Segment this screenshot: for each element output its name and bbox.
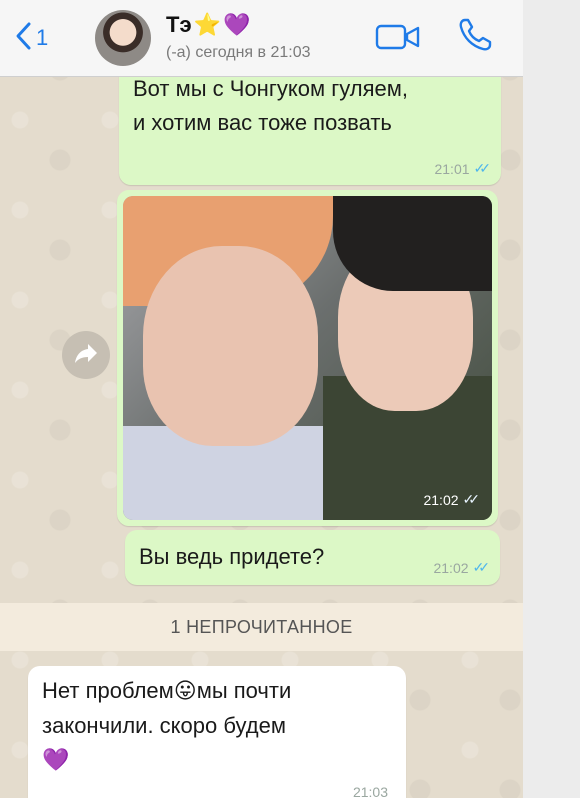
read-ticks-icon: ✓✓ [472,559,491,575]
message-text: Вы ведь придете? [139,544,325,569]
purple-heart-emoji: 💜 [42,748,70,773]
outgoing-photo-message[interactable]: 21:02 ✓✓ [117,190,498,526]
incoming-message[interactable]: Нет проблем😛мы почти закончили. скоро бу… [28,666,406,798]
tongue-face-emoji: 😛 [173,679,197,704]
message-line: закончили. скоро будем [42,713,286,738]
message-meta: 21:02 ✓✓ [433,559,491,576]
chat-screen: 1 Тэ ⭐ 💜 ​(-а) сегодня в 21:03 Вот мы с … [0,0,523,798]
forward-arrow-icon [73,342,99,369]
message-time: 21:01 [434,160,470,177]
message-line: 💜 [42,743,392,778]
purple-heart-emoji: 💜 [223,12,251,38]
star-emoji: ⭐ [193,12,221,38]
outgoing-message[interactable]: Вы ведь придете? 21:02 ✓✓ [125,530,500,585]
read-ticks-icon: ✓✓ [462,491,481,507]
outgoing-message[interactable]: Вот мы с Чонгуком гуляем, и хотим вас то… [119,64,501,185]
message-line: Вот мы с Чонгуком гуляем, [133,76,408,101]
last-seen-status: ​(-а) сегодня в 21:03 [166,44,311,61]
chat-header: 1 Тэ ⭐ 💜 ​(-а) сегодня в 21:03 [0,0,523,77]
unread-divider-label: 1 НЕПРОЧИТАННОЕ [170,616,353,637]
voice-call-button[interactable] [456,16,494,59]
video-call-button[interactable] [375,22,421,57]
photo-meta: 21:02 ✓✓ [423,491,481,508]
contact-avatar[interactable] [95,10,151,66]
unread-divider: 1 НЕПРОЧИТАННОЕ [0,603,523,651]
message-time: 21:02 [433,559,469,576]
contact-name-text: Тэ [166,12,192,37]
message-meta: 21:03 [353,784,388,798]
shared-photo[interactable]: 21:02 ✓✓ [123,196,492,520]
background-margin [523,0,580,798]
video-call-icon [375,24,421,56]
message-text: Вот мы с Чонгуком гуляем, и хотим вас то… [133,72,408,140]
message-meta: 21:01 ✓✓ [434,160,492,177]
back-button[interactable]: 1 [14,18,48,58]
message-time: 21:03 [352,784,388,798]
unread-count: 1 [36,25,49,50]
message-line: и хотим вас тоже позвать [133,110,392,135]
forward-button[interactable] [62,331,110,379]
message-time: 21:02 [423,491,459,508]
phone-icon [456,18,494,58]
back-chevron-icon [14,21,32,56]
message-text: Нет проблем😛мы почти закончили. скоро бу… [42,674,392,778]
contact-name[interactable]: Тэ ⭐ 💜 [166,12,250,38]
message-line: Нет проблем😛мы почти [42,678,292,704]
read-ticks-icon: ✓✓ [473,160,492,176]
